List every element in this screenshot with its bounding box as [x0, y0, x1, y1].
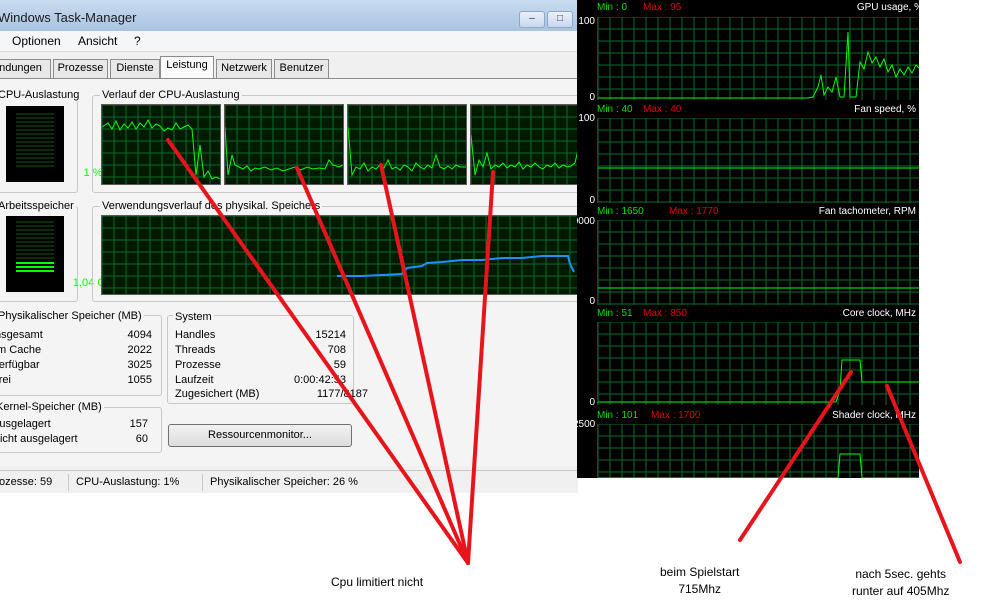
start-note: beim Spielstart 715Mhz	[660, 565, 740, 596]
annotation-arrows	[166, 138, 962, 565]
drop-note: nach 5sec. gehts runter auf 405Mhz	[852, 567, 950, 598]
cpu-note: Cpu limitiert nicht	[331, 575, 424, 589]
